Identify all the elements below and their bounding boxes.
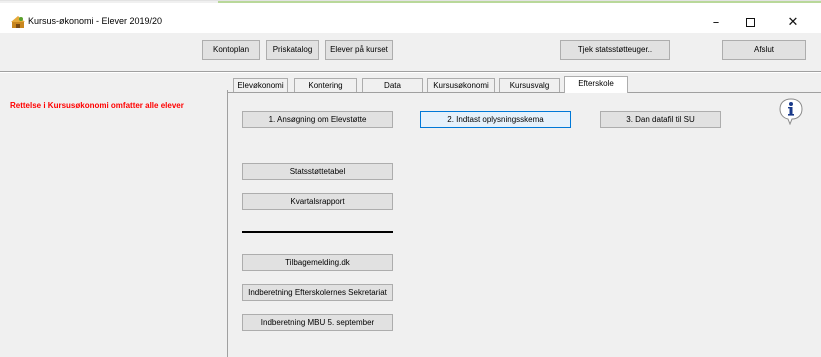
statsstoettetabel-button[interactable]: Statsstøttetabel: [242, 163, 393, 180]
tilbagemelding-button[interactable]: Tilbagemelding.dk: [242, 254, 393, 271]
tab-efterskole[interactable]: Efterskole: [564, 76, 628, 93]
warning-text: Rettelse i Kursusøkonomi omfatter alle e…: [10, 101, 184, 110]
ansoegning-elevstoette-button[interactable]: 1. Ansøgning om Elevstøtte: [242, 111, 393, 128]
close-button[interactable]: ✕: [779, 12, 807, 34]
kvartalsrapport-button[interactable]: Kvartalsrapport: [242, 193, 393, 210]
tab-elevoekonomi[interactable]: Elevøkonomi: [233, 78, 288, 92]
toolbar: Kontoplan Priskatalog Elever på kurset T…: [0, 33, 821, 67]
maximize-button[interactable]: [736, 12, 764, 34]
app-window: Kursus-økonomi - Elever 2019/20 – ✕ Kont…: [0, 0, 821, 357]
tjek-statsstotte-button[interactable]: Tjek statsstøtteuger..: [560, 40, 670, 60]
app-icon: [11, 16, 25, 28]
minimize-button[interactable]: –: [702, 12, 730, 34]
info-icon[interactable]: [778, 97, 804, 125]
toolbar-divider-highlight: [0, 72, 821, 73]
pane-divider: [227, 90, 228, 357]
tab-data[interactable]: Data: [362, 78, 423, 92]
elever-paa-kurset-button[interactable]: Elever på kurset: [325, 40, 393, 60]
kontoplan-button[interactable]: Kontoplan: [202, 40, 260, 60]
afslut-button[interactable]: Afslut: [722, 40, 806, 60]
indtast-oplysningsskema-button[interactable]: 2. Indtast oplysningsskema: [420, 111, 571, 128]
dan-datafil-su-button[interactable]: 3. Dan datafil til SU: [600, 111, 721, 128]
window-title: Kursus-økonomi - Elever 2019/20: [28, 16, 163, 26]
indberetning-mbu-button[interactable]: Indberetning MBU 5. september: [242, 314, 393, 331]
maximize-icon: [745, 18, 755, 27]
tab-kursusvalg[interactable]: Kursusvalg: [499, 78, 560, 92]
indberetning-efterskoler-button[interactable]: Indberetning Efterskolernes Sekretariat: [242, 284, 393, 301]
section-separator: [242, 231, 393, 233]
tab-kursusoekonomi[interactable]: Kursusøkonomi: [427, 78, 495, 92]
tab-strip-border: [228, 92, 821, 93]
tab-kontering[interactable]: Kontering: [294, 78, 357, 92]
title-bar: Kursus-økonomi - Elever 2019/20 – ✕: [0, 3, 821, 33]
priskatalog-button[interactable]: Priskatalog: [266, 40, 319, 60]
